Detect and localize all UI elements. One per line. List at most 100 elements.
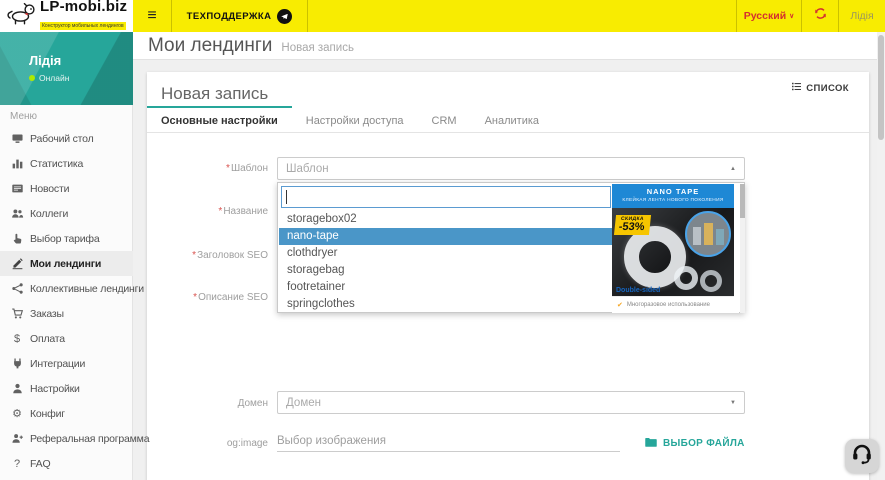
template-option[interactable]: storagebox02	[279, 211, 612, 228]
logo-title: LP-mobi.biz	[40, 0, 127, 14]
language-selector[interactable]: Русский ∨	[737, 0, 801, 32]
discount-badge-value: -53%	[618, 222, 645, 233]
newspaper-icon	[10, 182, 24, 196]
sidebar-item-label: Оплата	[30, 333, 65, 345]
list-button[interactable]: СПИСОК	[787, 77, 853, 99]
user-icon	[10, 382, 24, 396]
online-status-label: Онлайн	[39, 73, 69, 83]
support-chat-widget[interactable]	[845, 439, 879, 473]
sidebar-item-label: Конфиг	[30, 408, 65, 420]
sidebar-item-colleagues[interactable]: Коллеги	[0, 201, 133, 226]
sidebar-item-orders[interactable]: Заказы	[0, 301, 133, 326]
app-window: LP-mobi.biz Конструктор мобильных лендин…	[0, 0, 885, 480]
page-header: Мои лендинги Новая запись	[133, 32, 877, 60]
text-cursor	[286, 190, 287, 204]
sidebar-user-status: Онлайн	[29, 73, 69, 83]
sidebar-item-desktop[interactable]: Рабочий стол	[0, 126, 133, 151]
sidebar-item-label: Реферальная программа	[30, 433, 149, 445]
inset-photo	[685, 211, 731, 257]
template-dropdown: storagebox02 nano-tape clothdryer storag…	[277, 182, 745, 313]
topbar-username[interactable]: Лідія	[839, 0, 885, 32]
template-option[interactable]: storagebag	[279, 262, 612, 279]
dropdown-scrollbar-thumb[interactable]	[740, 184, 745, 218]
card-title: Новая запись	[161, 84, 268, 104]
dollar-icon: $	[10, 332, 24, 346]
page-scrollbar-thumb[interactable]	[878, 35, 884, 140]
sidebar-item-referral[interactable]: Реферальная программа	[0, 426, 133, 451]
template-select[interactable]: Шаблон ▲	[277, 157, 745, 180]
logo-tagline: Конструктор мобильных лендингов	[40, 22, 126, 30]
sidebar-item-payment[interactable]: $ Оплата	[0, 326, 133, 351]
domain-field-label: Домен	[148, 398, 268, 409]
tab-analytics[interactable]: Аналитика	[471, 106, 553, 133]
domain-select[interactable]: Домен ▼	[277, 391, 745, 414]
logo[interactable]: LP-mobi.biz Конструктор мобильных лендин…	[0, 0, 133, 32]
sidebar-item-label: FAQ	[30, 458, 50, 470]
chevron-down-icon: ∨	[789, 12, 794, 20]
template-option[interactable]: springclothes	[279, 296, 612, 313]
telegram-icon	[277, 9, 292, 24]
sidebar-item-news[interactable]: Новости	[0, 176, 133, 201]
sidebar-menu: Рабочий стол Статистика Новости Коллеги	[0, 126, 133, 476]
template-field-label: *Шаблон	[148, 163, 268, 174]
caret-down-icon: ▼	[730, 400, 736, 406]
tech-support-button[interactable]: ТЕХПОДДЕРЖКА	[172, 0, 307, 32]
cart-icon	[10, 307, 24, 321]
tab-crm[interactable]: CRM	[418, 106, 471, 133]
bar-chart-icon	[10, 157, 24, 171]
seo-title-field-label: *Заголовок SEO	[148, 250, 268, 261]
breadcrumb: Новая запись	[281, 37, 354, 54]
sidebar-item-label: Выбор тарифа	[30, 233, 99, 245]
template-search-input[interactable]	[281, 186, 611, 208]
list-button-label: СПИСОК	[806, 83, 849, 94]
required-mark: *	[193, 292, 197, 303]
share-icon	[10, 282, 24, 296]
user-plus-icon	[10, 432, 24, 446]
sidebar-item-label: Заказы	[30, 308, 64, 320]
sidebar-item-tariff[interactable]: Выбор тарифа	[0, 226, 133, 251]
logo-text: LP-mobi.biz Конструктор мобильных лендин…	[40, 0, 127, 32]
template-option[interactable]: clothdryer	[279, 245, 612, 262]
template-option-selected[interactable]: nano-tape	[279, 228, 612, 245]
template-options-list: storagebox02 nano-tape clothdryer storag…	[279, 211, 612, 313]
sidebar-user-name: Лідія	[29, 53, 61, 68]
sidebar-item-faq[interactable]: ? FAQ	[0, 451, 133, 476]
feature-text: Многоразовое использование	[627, 302, 710, 308]
folder-icon	[644, 436, 658, 451]
caret-up-icon: ▲	[730, 166, 736, 172]
template-preview-subtitle: КЛЕЙКАЯ ЛЕНТА НОВОГО ПОКОЛЕНИЯ	[612, 198, 734, 203]
choose-file-button[interactable]: ВЫБОР ФАЙЛА	[644, 436, 745, 451]
sidebar-user-panel: Лідія Онлайн	[0, 32, 133, 105]
question-icon: ?	[10, 457, 24, 471]
sidebar-item-label: Новости	[30, 183, 69, 195]
sidebar: Лідія Онлайн Меню Рабочий стол Статистик…	[0, 32, 133, 480]
sidebar-item-config[interactable]: ⚙ Конфиг	[0, 401, 133, 426]
sidebar-item-statistics[interactable]: Статистика	[0, 151, 133, 176]
og-image-input[interactable]	[277, 431, 620, 452]
sidebar-item-settings[interactable]: Настройки	[0, 376, 133, 401]
template-preview-photo: СКИДКА -53% Double-sided	[612, 208, 734, 296]
sidebar-item-label: Рабочий стол	[30, 133, 94, 145]
tab-access-settings[interactable]: Настройки доступа	[292, 106, 418, 133]
sidebar-item-label: Мои лендинги	[30, 258, 101, 270]
topbar: LP-mobi.biz Конструктор мобильных лендин…	[0, 0, 885, 32]
sidebar-toggle-button[interactable]: ≡	[133, 0, 171, 32]
template-option[interactable]: footretainer	[279, 279, 612, 296]
tab-bar: Основные настройки Настройки доступа CRM…	[147, 106, 869, 133]
tab-main-settings[interactable]: Основные настройки	[147, 106, 292, 133]
desktop-icon	[10, 132, 24, 146]
page-scrollbar[interactable]	[877, 32, 885, 480]
template-select-placeholder: Шаблон	[286, 163, 329, 175]
dropdown-scrollbar[interactable]	[740, 184, 745, 313]
template-preview-feature: ✔ Многоразовое использование	[612, 296, 734, 313]
list-icon	[791, 81, 802, 95]
sidebar-item-label: Коллективные лендинги	[30, 283, 144, 295]
sidebar-item-my-landings[interactable]: Мои лендинги	[0, 251, 133, 276]
sidebar-item-label: Статистика	[30, 158, 83, 170]
online-status-dot	[29, 75, 35, 81]
sidebar-item-collective-landings[interactable]: Коллективные лендинги	[0, 276, 133, 301]
template-preview: NANO TAPE КЛЕЙКАЯ ЛЕНТА НОВОГО ПОКОЛЕНИЯ…	[612, 184, 739, 313]
sidebar-item-integrations[interactable]: Интеграции	[0, 351, 133, 376]
refresh-button[interactable]	[802, 0, 838, 32]
template-preview-header: NANO TAPE КЛЕЙКАЯ ЛЕНТА НОВОГО ПОКОЛЕНИЯ	[612, 184, 734, 208]
